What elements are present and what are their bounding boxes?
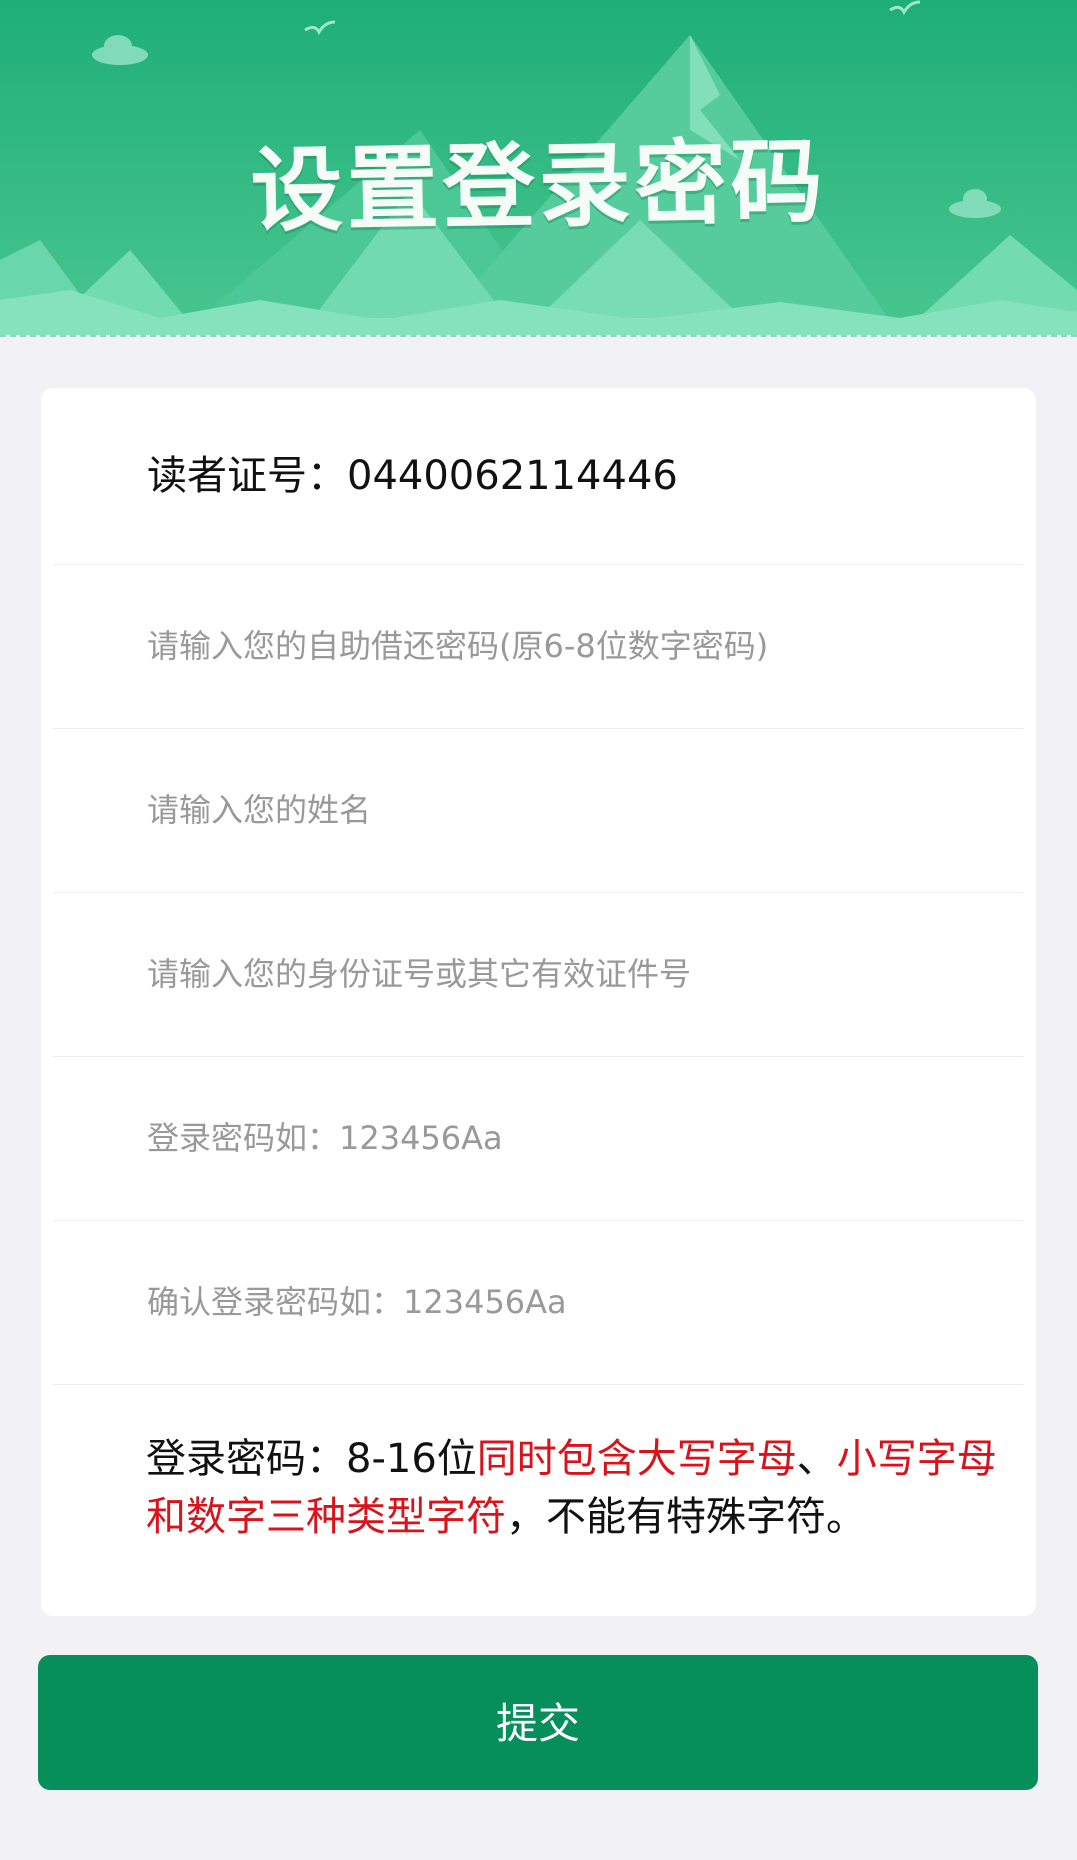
id-number-field[interactable]: 请输入您的身份证号或其它有效证件号 xyxy=(53,893,1023,1057)
form-card: 读者证号：0440062114446 请输入您的自助借还密码(原6-8位数字密码… xyxy=(41,388,1036,1616)
note-part1: 登录密码：8-16位 xyxy=(146,1436,477,1482)
note-part5: ，不能有特殊字符。 xyxy=(506,1494,866,1540)
selfservice-password-placeholder[interactable]: 请输入您的自助借还密码(原6-8位数字密码) xyxy=(147,565,768,728)
card-number-row: 读者证号：0440062114446 xyxy=(53,388,1023,565)
note-part2: 同时包含大写字母 xyxy=(476,1436,797,1482)
password-rule-note: 登录密码：8-16位同时包含大写字母、小写字母和数字三种类型字符，不能有特殊字符… xyxy=(146,1430,1006,1546)
banner-title: 设置登录密码 xyxy=(249,127,828,246)
card-number-label: 读者证号： xyxy=(147,453,347,499)
card-number-value: 0440062114446 xyxy=(347,453,678,499)
id-number-placeholder[interactable]: 请输入您的身份证号或其它有效证件号 xyxy=(147,893,691,1056)
confirm-password-field[interactable]: 确认登录密码如：123456Aa xyxy=(53,1221,1023,1385)
confirm-password-placeholder[interactable]: 确认登录密码如：123456Aa xyxy=(147,1221,567,1384)
submit-button[interactable]: 提交 xyxy=(38,1655,1038,1790)
name-field[interactable]: 请输入您的姓名 xyxy=(53,729,1023,893)
name-placeholder[interactable]: 请输入您的姓名 xyxy=(147,729,371,892)
selfservice-password-field[interactable]: 请输入您的自助借还密码(原6-8位数字密码) xyxy=(53,565,1023,729)
login-password-field[interactable]: 登录密码如：123456Aa xyxy=(53,1057,1023,1221)
login-password-placeholder[interactable]: 登录密码如：123456Aa xyxy=(147,1057,503,1220)
header-banner: 设置登录密码 xyxy=(0,0,1077,337)
note-part3: 、 xyxy=(796,1436,837,1482)
